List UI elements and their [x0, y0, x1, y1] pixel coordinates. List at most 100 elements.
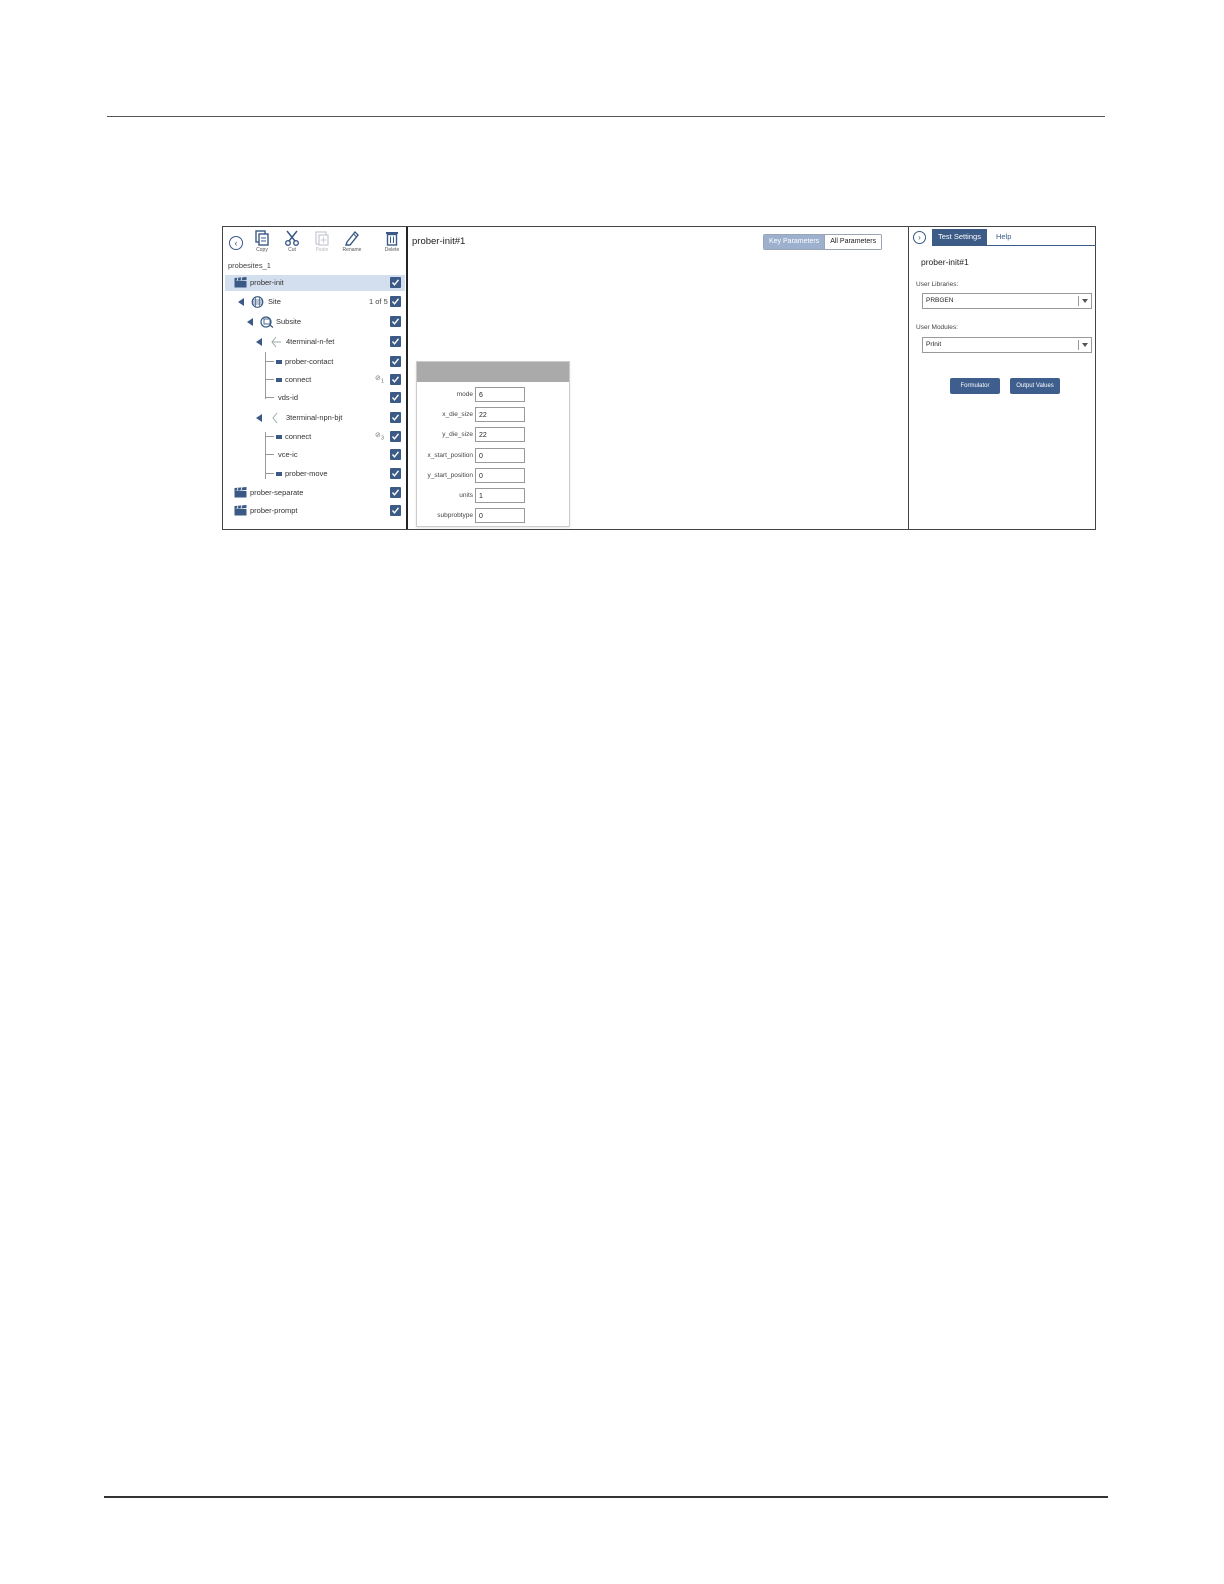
link-count-value: 1 — [380, 378, 385, 385]
param-row-units: units 1 — [417, 488, 569, 505]
param-row-x-die-size: x_die_size 22 — [417, 407, 569, 424]
tree-item-vds-id[interactable]: vds-id — [225, 390, 405, 406]
enable-checkbox[interactable] — [390, 296, 401, 307]
expand-arrow-icon[interactable] — [238, 298, 244, 306]
tree-connector — [266, 473, 274, 474]
param-input-x-start-position[interactable]: 0 — [475, 448, 525, 463]
link-count: ⊘3 — [375, 432, 385, 442]
tree-item-label: 3terminal-npn-bjt — [286, 413, 343, 422]
expand-arrow-icon[interactable] — [247, 318, 253, 326]
parameter-view-toggle: Key Parameters All Parameters — [763, 234, 883, 250]
param-input-subprobtype[interactable]: 0 — [475, 508, 525, 523]
tree-connector — [266, 361, 274, 362]
tree-connector — [266, 379, 274, 380]
tree-item-label: prober-separate — [250, 488, 304, 497]
tree-item-device-nfet[interactable]: 4terminal-n-fet — [225, 334, 405, 350]
tree-item-prober-prompt[interactable]: prober-prompt — [225, 503, 405, 519]
trash-icon — [386, 232, 398, 246]
enable-checkbox[interactable] — [390, 487, 401, 498]
user-modules-select[interactable]: PrInit — [922, 337, 1092, 353]
param-input-x-die-size[interactable]: 22 — [475, 407, 525, 422]
tree-item-label: 4terminal-n-fet — [286, 337, 335, 346]
footer-rule — [104, 1496, 1108, 1498]
tab-test-settings[interactable]: Test Settings — [932, 229, 987, 245]
tree-item-prober-move[interactable]: prober-move — [225, 466, 405, 482]
enable-checkbox[interactable] — [390, 336, 401, 347]
tree-item-device-bjt[interactable]: 3terminal-npn-bjt — [225, 410, 405, 426]
collapse-right-icon[interactable]: › — [913, 231, 926, 244]
clapperboard-icon — [234, 487, 247, 498]
tree-item-subsite[interactable]: Subsite — [225, 314, 405, 330]
user-modules-label: User Modules: — [916, 324, 958, 331]
user-libraries-select[interactable]: PRBGEN — [922, 293, 1092, 309]
enable-checkbox[interactable] — [390, 468, 401, 479]
tree-item-label: vce-ic — [278, 450, 298, 459]
dropdown-arrow-icon — [1082, 299, 1088, 303]
wafer-icon — [251, 296, 264, 308]
enable-checkbox[interactable] — [390, 412, 401, 423]
user-libraries-label: User Libraries: — [916, 281, 959, 288]
test-definition-panel: prober-init#1 Key Parameters All Paramet… — [408, 227, 908, 529]
link-count-value: 3 — [380, 435, 385, 442]
user-modules-value: PrInit — [926, 341, 942, 348]
output-values-button[interactable]: Output Values — [1010, 378, 1060, 394]
param-label: subprobtype — [437, 512, 473, 519]
collapse-left-icon[interactable]: ‹ — [229, 236, 243, 250]
module-icon — [276, 378, 282, 382]
formulator-button[interactable]: Formulator — [950, 378, 1000, 394]
parameter-pane-header — [417, 362, 569, 382]
bjt-device-icon — [272, 412, 278, 424]
clarius-window: ‹ Copy Cut Paste Rename Delete probesite… — [222, 226, 1096, 530]
expand-arrow-icon[interactable] — [256, 414, 262, 422]
enable-checkbox[interactable] — [390, 374, 401, 385]
parameter-pane: mode 6 x_die_size 22 y_die_size 22 x_sta… — [416, 361, 570, 527]
tree-connector — [266, 454, 274, 455]
tree-item-label: prober-contact — [285, 357, 334, 366]
all-parameters-tab[interactable]: All Parameters — [824, 235, 882, 249]
subsite-icon — [260, 316, 274, 328]
tab-help[interactable]: Help — [992, 229, 1015, 245]
tree-item-prober-contact[interactable]: prober-contact — [225, 354, 405, 370]
enable-checkbox[interactable] — [390, 277, 401, 288]
site-count: 1 of 5 — [369, 297, 388, 306]
enable-checkbox[interactable] — [390, 356, 401, 367]
fet-device-icon — [271, 336, 281, 348]
clapperboard-icon — [234, 277, 247, 288]
tree-item-vce-ic[interactable]: vce-ic — [225, 447, 405, 463]
rename-button[interactable]: Rename — [334, 230, 370, 253]
tree-item-prober-separate[interactable]: prober-separate — [225, 485, 405, 501]
delete-button[interactable]: Delete — [374, 230, 410, 253]
tree-item-label: prober-prompt — [250, 506, 298, 515]
param-input-y-start-position[interactable]: 0 — [475, 468, 525, 483]
header-rule — [107, 116, 1105, 117]
key-parameters-tab[interactable]: Key Parameters — [764, 235, 825, 249]
tree-item-label: prober-init — [250, 278, 284, 287]
param-input-y-die-size[interactable]: 22 — [475, 427, 525, 442]
link-count: ⊘1 — [375, 375, 385, 385]
test-title: prober-init#1 — [412, 236, 466, 247]
tree-item-label: connect — [285, 432, 312, 441]
settings-test-title: prober-init#1 — [921, 257, 969, 267]
param-row-x-start-position: x_start_position 0 — [417, 448, 569, 465]
module-icon — [276, 360, 282, 364]
project-name: probesites_1 — [228, 261, 271, 270]
expand-arrow-icon[interactable] — [256, 338, 262, 346]
enable-checkbox[interactable] — [390, 316, 401, 327]
param-label: y_start_position — [427, 472, 473, 479]
tree-item-prober-init[interactable]: prober-init — [225, 275, 405, 291]
enable-checkbox[interactable] — [390, 431, 401, 442]
enable-checkbox[interactable] — [390, 392, 401, 403]
enable-checkbox[interactable] — [390, 449, 401, 460]
tree-item-label: vds-id — [278, 393, 299, 402]
tree-item-connect[interactable]: connect ⊘3 — [225, 429, 405, 445]
tree-connector — [266, 397, 274, 398]
param-row-y-start-position: y_start_position 0 — [417, 468, 569, 485]
module-icon — [276, 472, 282, 476]
enable-checkbox[interactable] — [390, 505, 401, 516]
param-input-units[interactable]: 1 — [475, 488, 525, 503]
tab-underline — [932, 245, 1096, 246]
tree-item-connect[interactable]: connect ⊘1 — [225, 372, 405, 388]
dropdown-arrow-icon — [1082, 343, 1088, 347]
tree-item-site[interactable]: Site 1 of 5 — [225, 294, 405, 310]
param-input-mode[interactable]: 6 — [475, 387, 525, 402]
